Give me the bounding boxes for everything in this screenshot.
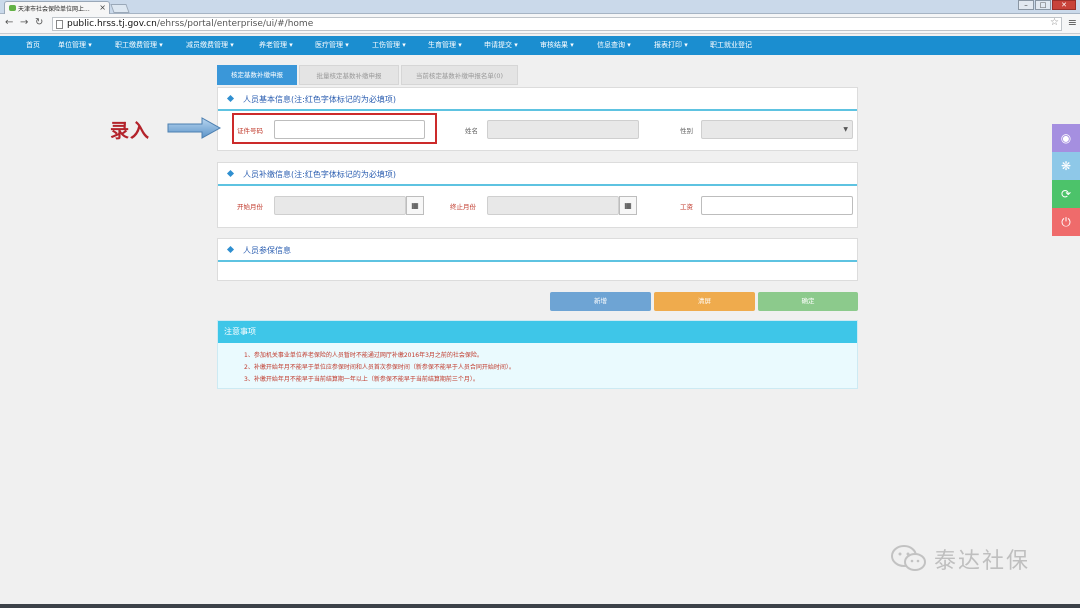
name-field: [487, 120, 639, 139]
reload-icon[interactable]: ↻: [35, 17, 43, 28]
notice-line-3: 3、补缴开始年月不能早于当前结算期一年以上（新参保不能早于当前结算期前三个月）。: [244, 376, 479, 383]
watermark-text: 泰达社保: [934, 549, 1031, 574]
basic-info-header: 人员基本信息(注:红色字体标记的为必填项): [218, 88, 857, 111]
notice-line-2: 2、补缴开始年月不能早于单位应参保时间和人员首次参保时间（新参保不能早于人员合同…: [244, 364, 515, 371]
nav-item-home[interactable]: 首页: [26, 40, 40, 50]
back-icon[interactable]: ←: [5, 17, 13, 28]
bookmark-star-icon[interactable]: ☆: [1050, 17, 1059, 28]
browser-tabstrip: 天津市社会保险单位网上... × – □ ✕: [0, 0, 1080, 14]
notice-panel: 注意事项 1、参加机关事业单位养老保险的人员暂时不能通过网厅补缴2016年3月之…: [217, 320, 858, 389]
watermark: 泰达社保: [890, 542, 1030, 576]
diamond-icon: [226, 245, 235, 254]
new-tab-button[interactable]: [110, 4, 130, 13]
tab-core-supplement[interactable]: 核定基数补缴申报: [217, 65, 297, 85]
nav-item-unit[interactable]: 单位管理 ▾: [58, 40, 92, 50]
nav-item-query[interactable]: 信息查询 ▾: [597, 40, 631, 50]
notice-line-1: 1、参加机关事业单位养老保险的人员暂时不能通过网厅补缴2016年3月之前的社会保…: [244, 352, 483, 359]
diamond-icon: [226, 169, 235, 178]
nav-item-employee-payment[interactable]: 职工缴费管理 ▾: [115, 40, 163, 50]
clear-button[interactable]: 清屏: [654, 292, 755, 311]
wage-input[interactable]: [701, 196, 853, 215]
nav-item-review[interactable]: 审核结果 ▾: [540, 40, 574, 50]
notice-title: 注意事项: [218, 321, 857, 343]
gender-select: ▼: [701, 120, 853, 139]
nav-item-report[interactable]: 报表打印 ▾: [654, 40, 688, 50]
nav-item-employment[interactable]: 职工就业登记: [710, 40, 752, 50]
taskbar: [0, 604, 1080, 608]
supplement-info-header: 人员补缴信息(注:红色字体标记的为必填项): [218, 163, 857, 186]
power-icon[interactable]: ⏻: [1052, 208, 1080, 236]
page-icon: [56, 20, 63, 29]
nav-item-reduction-payment[interactable]: 减员缴费管理 ▾: [186, 40, 234, 50]
nav-item-submit[interactable]: 申请提交 ▾: [484, 40, 518, 50]
main-nav: 首页 单位管理 ▾ 职工缴费管理 ▾ 减员缴费管理 ▾ 养老管理 ▾ 医疗管理 …: [0, 36, 1080, 55]
start-month-field[interactable]: [274, 196, 406, 215]
add-button[interactable]: 新增: [550, 292, 651, 311]
chevron-down-icon: ▼: [843, 126, 848, 133]
window-controls: – □ ✕: [1018, 0, 1076, 10]
tab-current-list[interactable]: 当前核定基数补缴申报名单(0): [401, 65, 518, 85]
maximize-icon[interactable]: □: [1035, 0, 1051, 10]
favicon-icon: [9, 5, 16, 11]
tab-batch-supplement[interactable]: 批量核定基数补缴申报: [299, 65, 399, 85]
wage-label: 工资: [680, 203, 693, 211]
url-text: public.hrss.tj.gov.cn/ehrss/portal/enter…: [67, 19, 314, 29]
supplement-info-title: 人员补缴信息(注:红色字体标记的为必填项): [243, 170, 396, 179]
confirm-button[interactable]: 确定: [758, 292, 858, 311]
tab-title: 天津市社会保险单位网上...: [18, 6, 90, 13]
wechat-icon: [891, 545, 926, 571]
gender-label: 性别: [680, 127, 693, 135]
address-bar[interactable]: public.hrss.tj.gov.cn/ehrss/portal/enter…: [52, 17, 1062, 31]
calendar-icon[interactable]: ▦: [406, 196, 424, 215]
nav-item-injury[interactable]: 工伤管理 ▾: [372, 40, 406, 50]
supplement-info-panel: 人员补缴信息(注:红色字体标记的为必填项) 开始月份 ▦ 终止月份 ▦ 工资: [217, 162, 858, 228]
close-window-icon[interactable]: ✕: [1052, 0, 1076, 10]
insured-info-header: 人员参保信息: [218, 239, 857, 262]
forward-icon[interactable]: →: [20, 17, 28, 28]
tab-close-icon[interactable]: ×: [99, 3, 106, 12]
menu-icon[interactable]: ≡: [1068, 16, 1077, 29]
insured-info-panel: 人员参保信息: [217, 238, 858, 281]
input-highlight-box: [232, 113, 437, 144]
end-month-label: 终止月份: [450, 203, 476, 211]
basic-info-title: 人员基本信息(注:红色字体标记的为必填项): [243, 95, 396, 104]
browser-toolbar: ← → ↻ public.hrss.tj.gov.cn/ehrss/portal…: [0, 14, 1080, 34]
arrow-right-icon: [167, 117, 222, 139]
name-label: 姓名: [465, 127, 478, 135]
eye-icon[interactable]: ◉: [1052, 124, 1080, 152]
diamond-icon: [226, 94, 235, 103]
refresh-icon[interactable]: ⟳: [1052, 180, 1080, 208]
insured-info-title: 人员参保信息: [243, 246, 291, 255]
nav-item-medical[interactable]: 医疗管理 ▾: [315, 40, 349, 50]
calendar-icon[interactable]: ▦: [619, 196, 637, 215]
browser-tab[interactable]: 天津市社会保险单位网上... ×: [4, 1, 110, 14]
tree-icon[interactable]: ❋: [1052, 152, 1080, 180]
annotation-label: 录入: [110, 120, 151, 142]
minimize-icon[interactable]: –: [1018, 0, 1034, 10]
nav-item-maternity[interactable]: 生育管理 ▾: [428, 40, 462, 50]
end-month-field[interactable]: [487, 196, 619, 215]
start-month-label: 开始月份: [237, 203, 263, 211]
nav-item-pension[interactable]: 养老管理 ▾: [259, 40, 293, 50]
